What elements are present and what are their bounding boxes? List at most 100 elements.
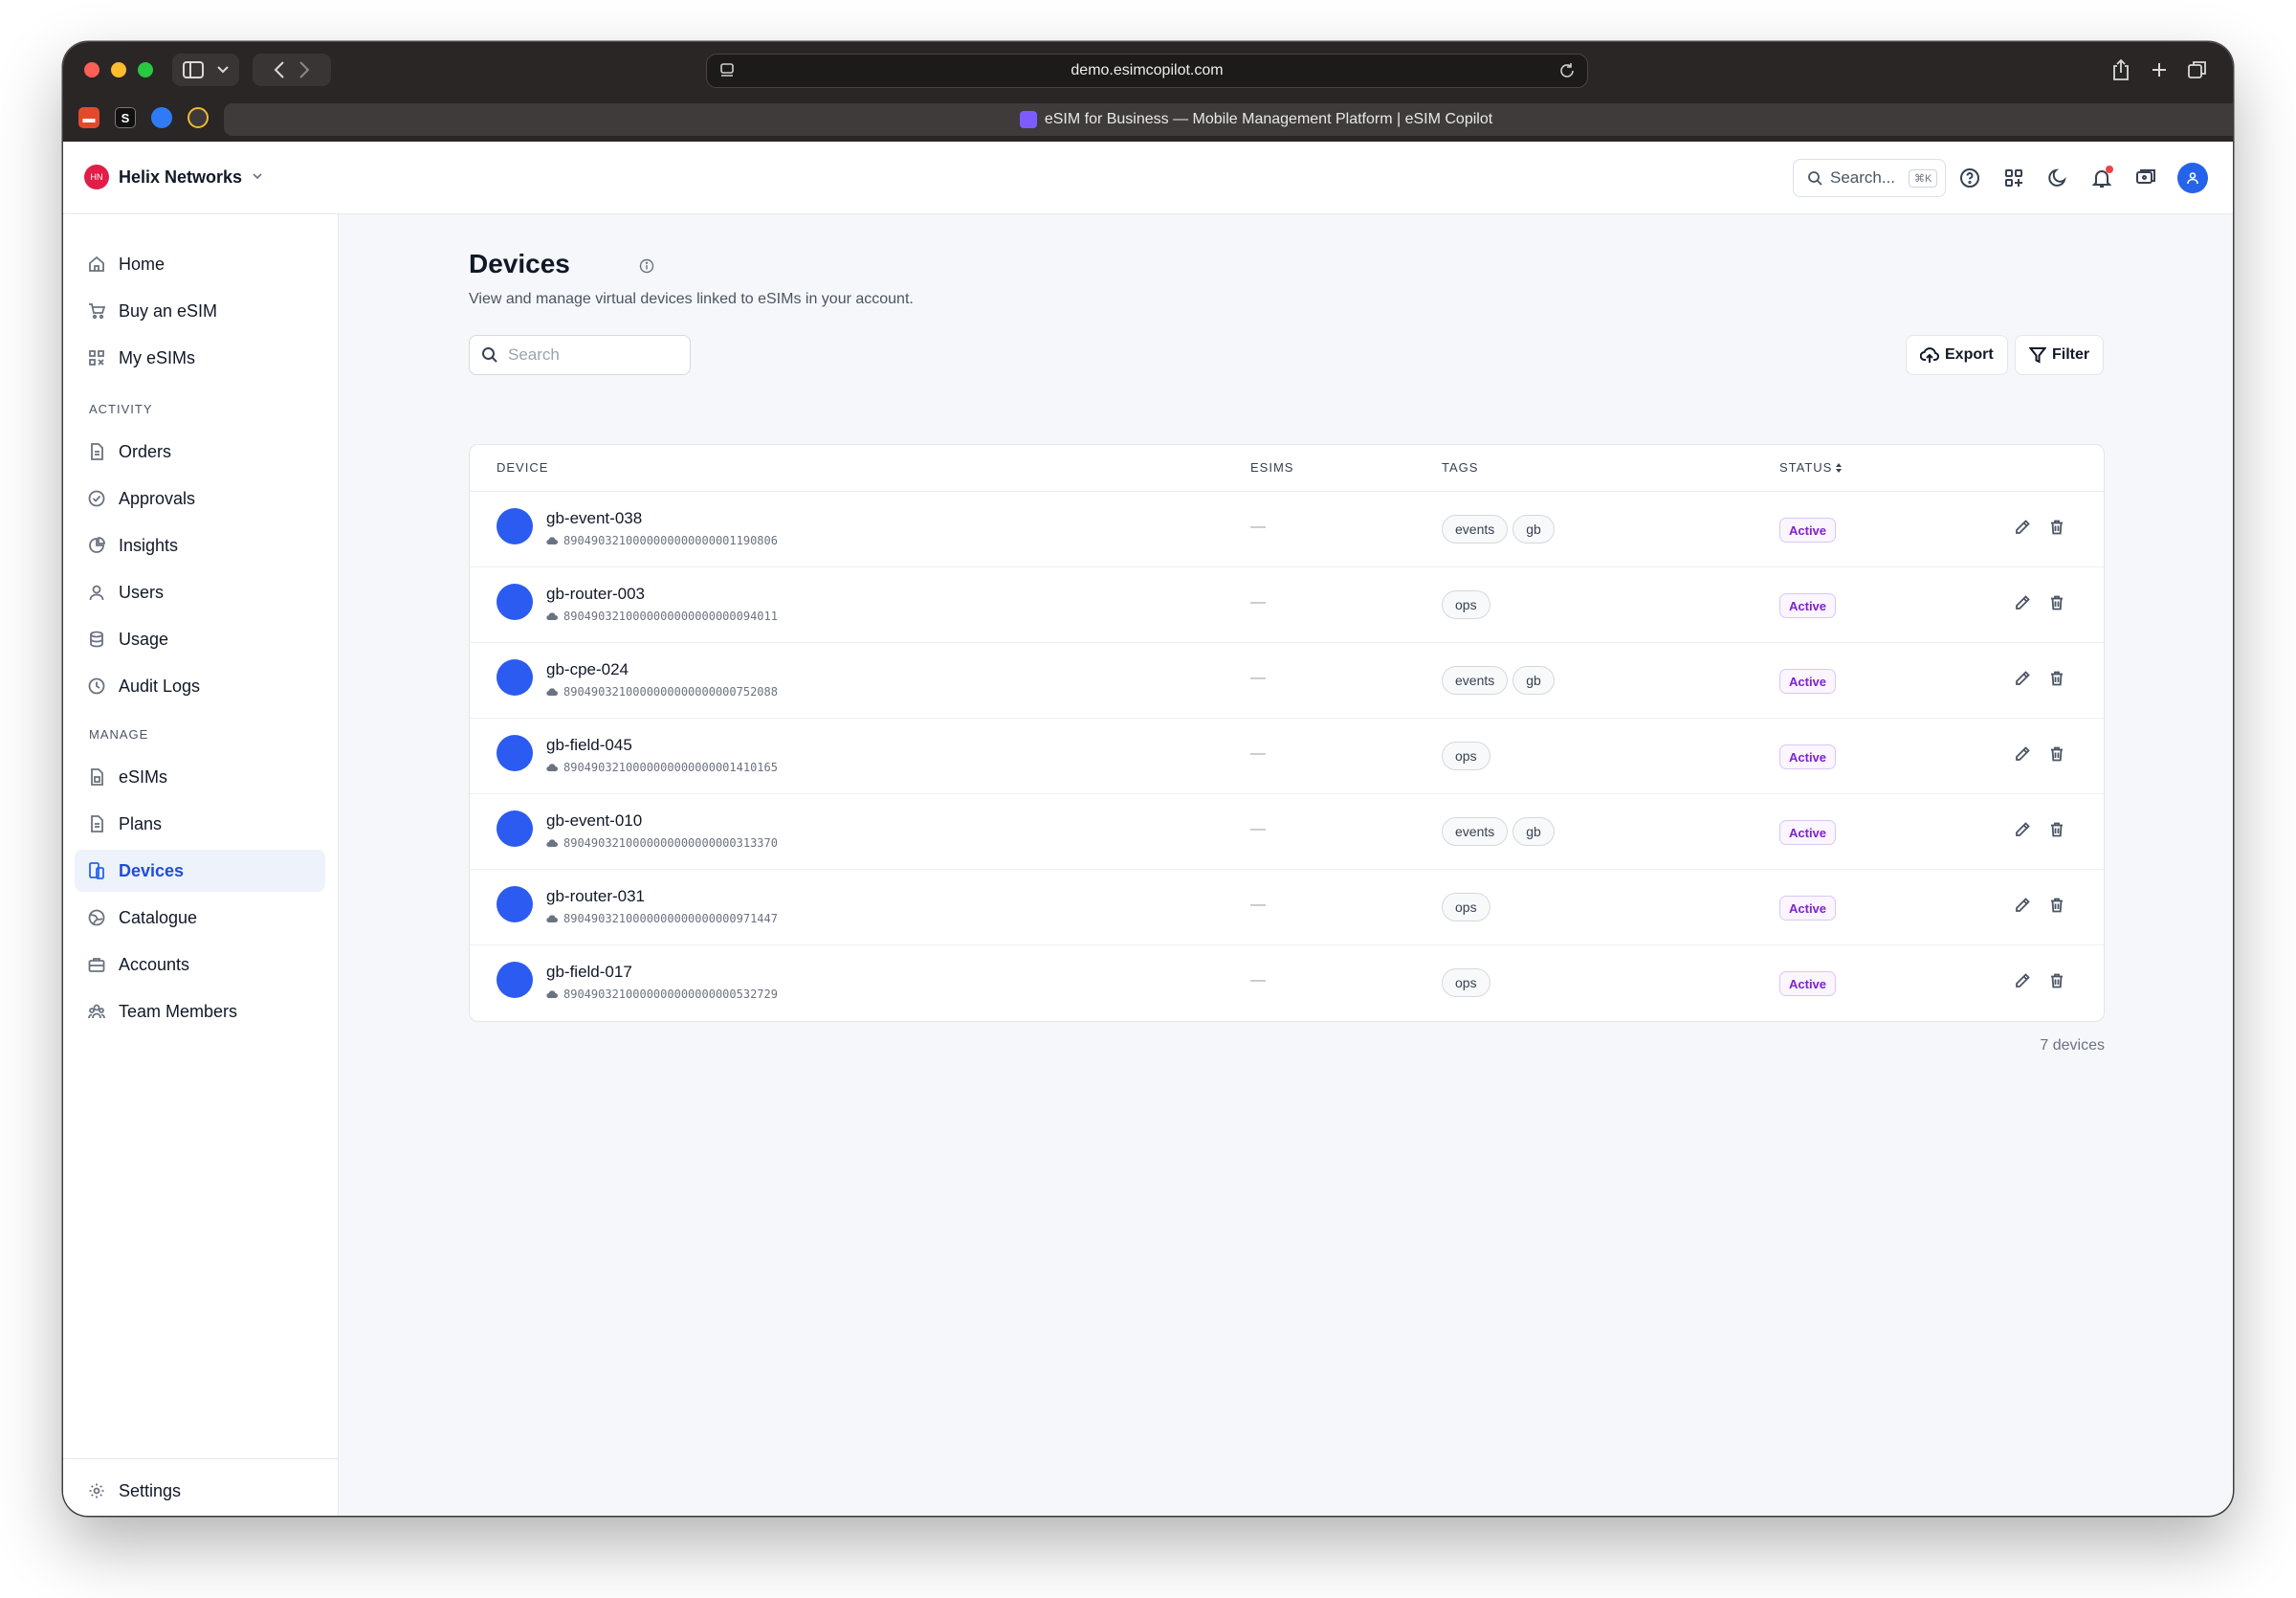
sidebar-item-catalogue[interactable]: Catalogue bbox=[75, 897, 325, 939]
device-esims: — bbox=[1250, 594, 1266, 610]
pinned-tab-2[interactable]: S bbox=[115, 107, 136, 128]
table-row[interactable]: gb-field-045 890490321000000000000000141… bbox=[470, 719, 2104, 794]
maximize-window-button[interactable] bbox=[138, 62, 153, 78]
column-header-device[interactable]: DEVICE bbox=[497, 460, 548, 475]
device-name[interactable]: gb-router-003 bbox=[546, 585, 645, 604]
org-switcher[interactable]: HN Helix Networks bbox=[84, 165, 263, 189]
device-name[interactable]: gb-field-017 bbox=[546, 963, 632, 982]
tag-chip[interactable]: ops bbox=[1442, 590, 1490, 619]
delete-button[interactable] bbox=[2048, 594, 2065, 616]
apps-icon[interactable] bbox=[2001, 166, 2026, 190]
tag-chip[interactable]: events bbox=[1442, 666, 1509, 695]
dark-mode-icon[interactable] bbox=[2045, 166, 2070, 190]
sidebar-item-usage[interactable]: Usage bbox=[75, 618, 325, 660]
address-bar[interactable]: demo.esimcopilot.com bbox=[706, 54, 1588, 88]
sidebar-item-devices[interactable]: Devices bbox=[75, 850, 325, 892]
device-tags: events gb bbox=[1442, 817, 1555, 846]
edit-button[interactable] bbox=[2014, 972, 2031, 994]
column-header-status[interactable]: STATUS bbox=[1779, 460, 1843, 475]
user-avatar[interactable] bbox=[2177, 163, 2208, 193]
export-button[interactable]: Export bbox=[1906, 335, 2008, 375]
active-tab[interactable]: eSIM for Business — Mobile Management Pl… bbox=[224, 103, 2233, 136]
delete-button[interactable] bbox=[2048, 972, 2065, 994]
sidebar-item-my-esims[interactable]: My eSIMs bbox=[75, 337, 325, 379]
sidebar-item-esims[interactable]: eSIMs bbox=[75, 756, 325, 798]
document-icon bbox=[91, 443, 103, 460]
back-icon[interactable] bbox=[274, 61, 285, 78]
sort-icon bbox=[1836, 462, 1843, 473]
sidebar-item-approvals[interactable]: Approvals bbox=[75, 477, 325, 520]
tag-chip[interactable]: events bbox=[1442, 817, 1509, 846]
sidebar-item-users[interactable]: Users bbox=[75, 571, 325, 613]
tag-chip[interactable]: ops bbox=[1442, 893, 1490, 921]
page-settings-icon[interactable] bbox=[718, 62, 738, 79]
tag-chip[interactable]: gb bbox=[1512, 515, 1555, 544]
sidebar-item-accounts[interactable]: Accounts bbox=[75, 943, 325, 986]
sidebar-item-insights[interactable]: Insights bbox=[75, 524, 325, 566]
forward-icon[interactable] bbox=[298, 61, 310, 78]
close-window-button[interactable] bbox=[84, 62, 99, 78]
sidebar-item-plans[interactable]: Plans bbox=[75, 803, 325, 845]
table-row[interactable]: gb-event-038 890490321000000000000000119… bbox=[470, 492, 2104, 567]
device-name[interactable]: gb-event-010 bbox=[546, 811, 642, 831]
delete-button[interactable] bbox=[2048, 745, 2065, 767]
cloud-icon bbox=[546, 688, 558, 697]
edit-button[interactable] bbox=[2014, 670, 2031, 692]
messages-icon[interactable] bbox=[2133, 166, 2158, 190]
tab-overview-icon[interactable] bbox=[2185, 57, 2210, 82]
delete-button[interactable] bbox=[2048, 519, 2065, 541]
edit-button[interactable] bbox=[2014, 519, 2031, 541]
device-name[interactable]: gb-event-038 bbox=[546, 509, 642, 528]
device-name[interactable]: gb-router-031 bbox=[546, 887, 645, 906]
minimize-window-button[interactable] bbox=[111, 62, 126, 78]
edit-button[interactable] bbox=[2014, 594, 2031, 616]
device-iccid: 8904903210000000000000000313370 bbox=[546, 836, 778, 850]
device-name[interactable]: gb-field-045 bbox=[546, 736, 632, 755]
tag-chip[interactable]: gb bbox=[1512, 666, 1555, 695]
table-row[interactable]: gb-router-003 89049032100000000000000000… bbox=[470, 567, 2104, 643]
column-header-tags[interactable]: TAGS bbox=[1442, 460, 1478, 475]
sidebar-item-label: Users bbox=[119, 582, 165, 602]
info-icon[interactable] bbox=[639, 258, 654, 274]
sidebar-section-manage: MANAGE bbox=[89, 727, 149, 742]
sidebar-toggle-button[interactable] bbox=[172, 54, 239, 86]
pinned-tab-1[interactable]: ▬ bbox=[78, 107, 99, 128]
table-row[interactable]: gb-cpe-024 89049032100000000000000007520… bbox=[470, 643, 2104, 719]
filter-button[interactable]: Filter bbox=[2015, 335, 2105, 375]
device-avatar bbox=[497, 659, 533, 696]
delete-button[interactable] bbox=[2048, 670, 2065, 692]
global-search[interactable]: Search... ⌘K bbox=[1793, 159, 1946, 197]
delete-button[interactable] bbox=[2048, 821, 2065, 843]
user-icon bbox=[89, 585, 104, 601]
edit-button[interactable] bbox=[2014, 897, 2031, 919]
reload-icon[interactable] bbox=[1558, 62, 1576, 79]
device-avatar bbox=[497, 735, 533, 771]
pinned-tab-3[interactable] bbox=[151, 107, 172, 128]
sidebar-item-audit-logs[interactable]: Audit Logs bbox=[75, 665, 325, 707]
edit-button[interactable] bbox=[2014, 745, 2031, 767]
sidebar-item-orders[interactable]: Orders bbox=[75, 431, 325, 473]
chevron-down-icon bbox=[217, 66, 229, 74]
table-row[interactable]: gb-router-031 89049032100000000000000009… bbox=[470, 870, 2104, 945]
sidebar-item-home[interactable]: Home bbox=[75, 243, 325, 285]
tag-chip[interactable]: ops bbox=[1442, 968, 1490, 997]
sidebar-item-buy-esim[interactable]: Buy an eSIM bbox=[75, 290, 325, 332]
table-row[interactable]: gb-event-010 890490321000000000000000031… bbox=[470, 794, 2104, 870]
column-header-esims[interactable]: ESIMS bbox=[1250, 460, 1293, 475]
table-row[interactable]: gb-field-017 890490321000000000000000053… bbox=[470, 945, 2104, 1021]
pinned-tab-4[interactable] bbox=[188, 107, 209, 128]
device-search-input[interactable]: Search bbox=[469, 335, 691, 375]
device-name[interactable]: gb-cpe-024 bbox=[546, 660, 629, 679]
tag-chip[interactable]: ops bbox=[1442, 742, 1490, 770]
help-icon[interactable] bbox=[1957, 166, 1982, 190]
sidebar-item-team-members[interactable]: Team Members bbox=[75, 990, 325, 1032]
notifications-icon[interactable] bbox=[2089, 166, 2114, 190]
sidebar-item-settings[interactable]: Settings bbox=[75, 1470, 325, 1512]
edit-button[interactable] bbox=[2014, 821, 2031, 843]
delete-button[interactable] bbox=[2048, 897, 2065, 919]
export-button-label: Export bbox=[1945, 346, 1994, 363]
tag-chip[interactable]: events bbox=[1442, 515, 1509, 544]
new-tab-icon[interactable] bbox=[2147, 57, 2172, 82]
tag-chip[interactable]: gb bbox=[1512, 817, 1555, 846]
share-icon[interactable] bbox=[2108, 57, 2133, 82]
